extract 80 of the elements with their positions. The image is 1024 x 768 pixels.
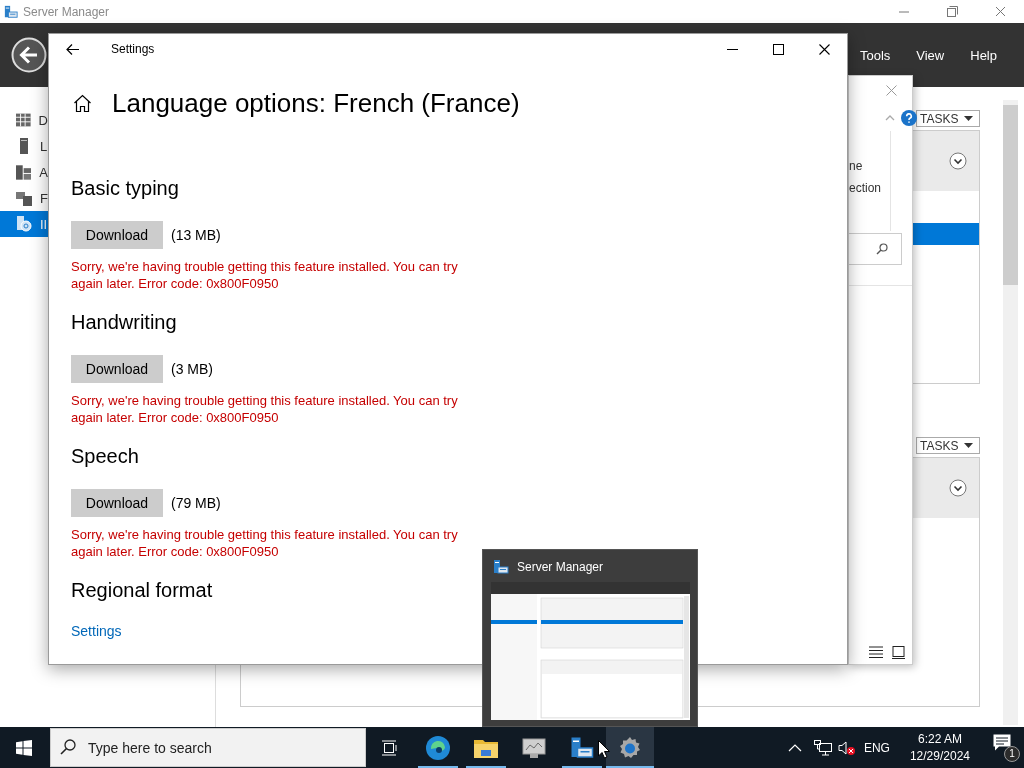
date: 12/29/2024 bbox=[909, 747, 970, 765]
search-icon bbox=[60, 739, 76, 755]
column-header: ne bbox=[849, 158, 864, 175]
network-icon[interactable] bbox=[813, 739, 832, 756]
close-icon[interactable] bbox=[886, 84, 897, 96]
download-button[interactable]: Download bbox=[71, 355, 163, 383]
chevron-down-icon[interactable] bbox=[949, 152, 967, 170]
gear-icon[interactable] bbox=[618, 735, 642, 760]
download-size: (13 MB) bbox=[171, 227, 221, 243]
maximize-icon bbox=[772, 43, 784, 55]
menu-item[interactable]: Help bbox=[970, 47, 997, 63]
scroll-thumb[interactable] bbox=[1003, 105, 1018, 285]
nav-item[interactable]: L bbox=[0, 133, 48, 159]
nav-label: D bbox=[38, 112, 48, 128]
nav-label: II bbox=[40, 216, 48, 232]
folder-icon[interactable] bbox=[474, 737, 498, 758]
globe-server-icon bbox=[16, 216, 32, 232]
server-manager-icon[interactable] bbox=[570, 735, 594, 760]
notification-count: 1 bbox=[1004, 745, 1020, 762]
app-icon bbox=[4, 4, 18, 19]
caret-icon bbox=[964, 443, 973, 448]
download-size: (3 MB) bbox=[171, 361, 213, 377]
nav-item[interactable]: II bbox=[0, 211, 48, 237]
language-indicator[interactable]: ENG bbox=[863, 740, 890, 755]
grid-icon bbox=[16, 112, 31, 128]
clock[interactable]: 6:22 AM 12/29/2024 bbox=[899, 730, 980, 765]
notification-button[interactable]: 1 bbox=[980, 731, 1024, 764]
servers-icon bbox=[16, 164, 32, 180]
browser-icon[interactable] bbox=[425, 734, 451, 761]
search-field[interactable]: Type here to search bbox=[50, 728, 366, 767]
monitor-icon[interactable] bbox=[522, 736, 546, 759]
windows-logo-icon bbox=[16, 739, 32, 756]
speaker-muted-icon[interactable] bbox=[837, 739, 856, 756]
nav-item[interactable]: D bbox=[0, 107, 48, 133]
nav-item[interactable]: A bbox=[0, 159, 48, 185]
error-message: Sorry, we're having trouble getting this feature installed. You can try again later. Error code: 0x800F0950 bbox=[71, 258, 459, 292]
detail-view-icon[interactable] bbox=[892, 646, 905, 659]
section-title: Speech bbox=[71, 444, 139, 469]
cursor-icon bbox=[598, 740, 610, 759]
window-title: Server Manager bbox=[23, 4, 110, 19]
thumbnail-title: Server Manager bbox=[517, 560, 604, 574]
error-message: Sorry, we're having trouble getting this feature installed. You can try again later. Error code: 0x800F0950 bbox=[71, 392, 459, 426]
search-field[interactable] bbox=[849, 233, 902, 265]
app-icon bbox=[493, 559, 509, 575]
nav-item[interactable]: F bbox=[0, 185, 48, 211]
download-button[interactable]: Download bbox=[71, 221, 163, 249]
taskbar-button[interactable] bbox=[606, 727, 654, 768]
nav-label: L bbox=[40, 138, 48, 154]
error-message: Sorry, we're having trouble getting this feature installed. You can try again later. Error code: 0x800F0950 bbox=[71, 526, 459, 560]
back-arrow-icon bbox=[65, 43, 79, 55]
search-icon bbox=[876, 243, 888, 255]
download-size: (79 MB) bbox=[171, 495, 221, 511]
minimize-icon bbox=[726, 48, 738, 50]
column-header: ection bbox=[849, 180, 883, 197]
window-title: Settings bbox=[111, 42, 155, 56]
help-icon[interactable] bbox=[901, 109, 917, 126]
close-icon bbox=[818, 43, 830, 55]
time: 6:22 AM bbox=[917, 730, 962, 748]
window-preview-drawing[interactable] bbox=[491, 582, 690, 720]
tasks-button[interactable]: TASKS bbox=[916, 437, 980, 454]
back-icon[interactable] bbox=[11, 37, 47, 73]
task-view-icon[interactable] bbox=[381, 738, 399, 757]
download-button[interactable]: Download bbox=[71, 489, 163, 517]
page-heading: Language options: French (France) bbox=[112, 87, 520, 119]
menu-item[interactable]: View bbox=[916, 47, 945, 63]
folder-server-icon bbox=[16, 190, 32, 206]
tasks-button[interactable]: TASKS bbox=[916, 110, 980, 127]
list-view-icon[interactable] bbox=[869, 646, 883, 658]
nav-label: A bbox=[39, 164, 48, 180]
notification-icon bbox=[993, 733, 1011, 751]
section-title: Basic typing bbox=[71, 176, 179, 201]
section-title: Handwriting bbox=[71, 310, 177, 335]
home-icon[interactable] bbox=[73, 93, 92, 113]
chevron-down-icon[interactable] bbox=[949, 479, 967, 497]
caret-icon bbox=[964, 116, 973, 121]
settings-link[interactable]: Settings bbox=[71, 621, 122, 641]
scrollbar[interactable] bbox=[1003, 100, 1018, 725]
menu-item[interactable]: Tools bbox=[859, 47, 891, 63]
nav-label: F bbox=[40, 190, 48, 206]
section-title: Regional format bbox=[71, 578, 213, 603]
